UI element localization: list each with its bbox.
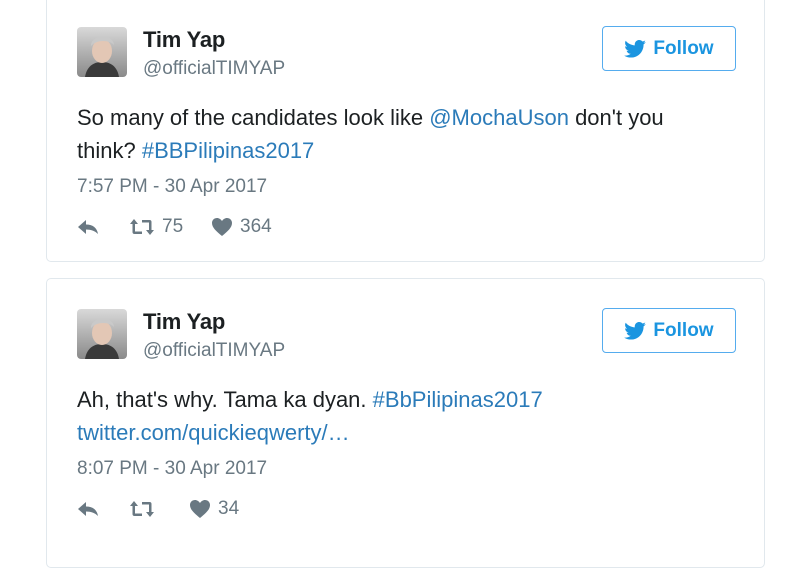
reply-icon xyxy=(78,220,98,234)
author-handle[interactable]: @officialTIMYAP xyxy=(143,340,285,362)
action-bar: 75 364 xyxy=(77,215,272,239)
retweet-icon xyxy=(130,501,154,517)
hashtag-link[interactable]: #BbPilipinas2017 xyxy=(373,387,543,412)
action-bar: 34 xyxy=(77,497,239,521)
tweet-text-part: Ah, that's why. Tama ka dyan. xyxy=(77,387,373,412)
twitter-bird-icon xyxy=(624,39,647,58)
retweet-button[interactable]: 75 xyxy=(129,216,211,238)
follow-button[interactable]: Follow xyxy=(602,26,736,71)
author-name[interactable]: Tim Yap xyxy=(143,27,225,53)
retweet-icon xyxy=(130,219,154,235)
reply-button[interactable] xyxy=(77,501,129,517)
timestamp-link[interactable]: 7:57 PM - 30 Apr 2017 xyxy=(77,176,267,198)
retweet-button[interactable] xyxy=(129,500,189,518)
like-count: 34 xyxy=(218,498,240,519)
mention-link[interactable]: @MochaUson xyxy=(429,105,569,130)
tweet-text-part: So many of the candidates look like xyxy=(77,105,430,130)
profile-photo-icon xyxy=(77,27,127,77)
tweet-card: Tim Yap @officialTIMYAP Follow Ah, that'… xyxy=(46,278,765,568)
tweet-text: So many of the candidates look like @Moc… xyxy=(77,101,717,167)
tweet-card: Tim Yap @officialTIMYAP Follow So many o… xyxy=(46,0,765,262)
follow-label: Follow xyxy=(653,37,714,59)
twitter-bird-icon xyxy=(624,321,647,340)
profile-photo-icon xyxy=(77,309,127,359)
reply-icon xyxy=(78,502,98,516)
hashtag-link[interactable]: #BBPilipinas2017 xyxy=(142,138,314,163)
follow-label: Follow xyxy=(653,319,714,341)
retweet-count: 75 xyxy=(162,216,184,237)
avatar[interactable] xyxy=(77,309,127,359)
url-link[interactable]: twitter.com/quickieqwerty/… xyxy=(77,420,350,445)
avatar[interactable] xyxy=(77,27,127,77)
reply-button[interactable] xyxy=(77,219,129,235)
heart-icon xyxy=(212,218,232,236)
tweet-text: Ah, that's why. Tama ka dyan. #BbPilipin… xyxy=(77,383,717,449)
timestamp-link[interactable]: 8:07 PM - 30 Apr 2017 xyxy=(77,458,267,480)
follow-button[interactable]: Follow xyxy=(602,308,736,353)
author-handle[interactable]: @officialTIMYAP xyxy=(143,58,285,80)
author-name[interactable]: Tim Yap xyxy=(143,309,225,335)
like-count: 364 xyxy=(240,216,272,237)
like-button[interactable]: 34 xyxy=(189,498,239,520)
heart-icon xyxy=(190,500,210,518)
like-button[interactable]: 364 xyxy=(211,216,272,238)
